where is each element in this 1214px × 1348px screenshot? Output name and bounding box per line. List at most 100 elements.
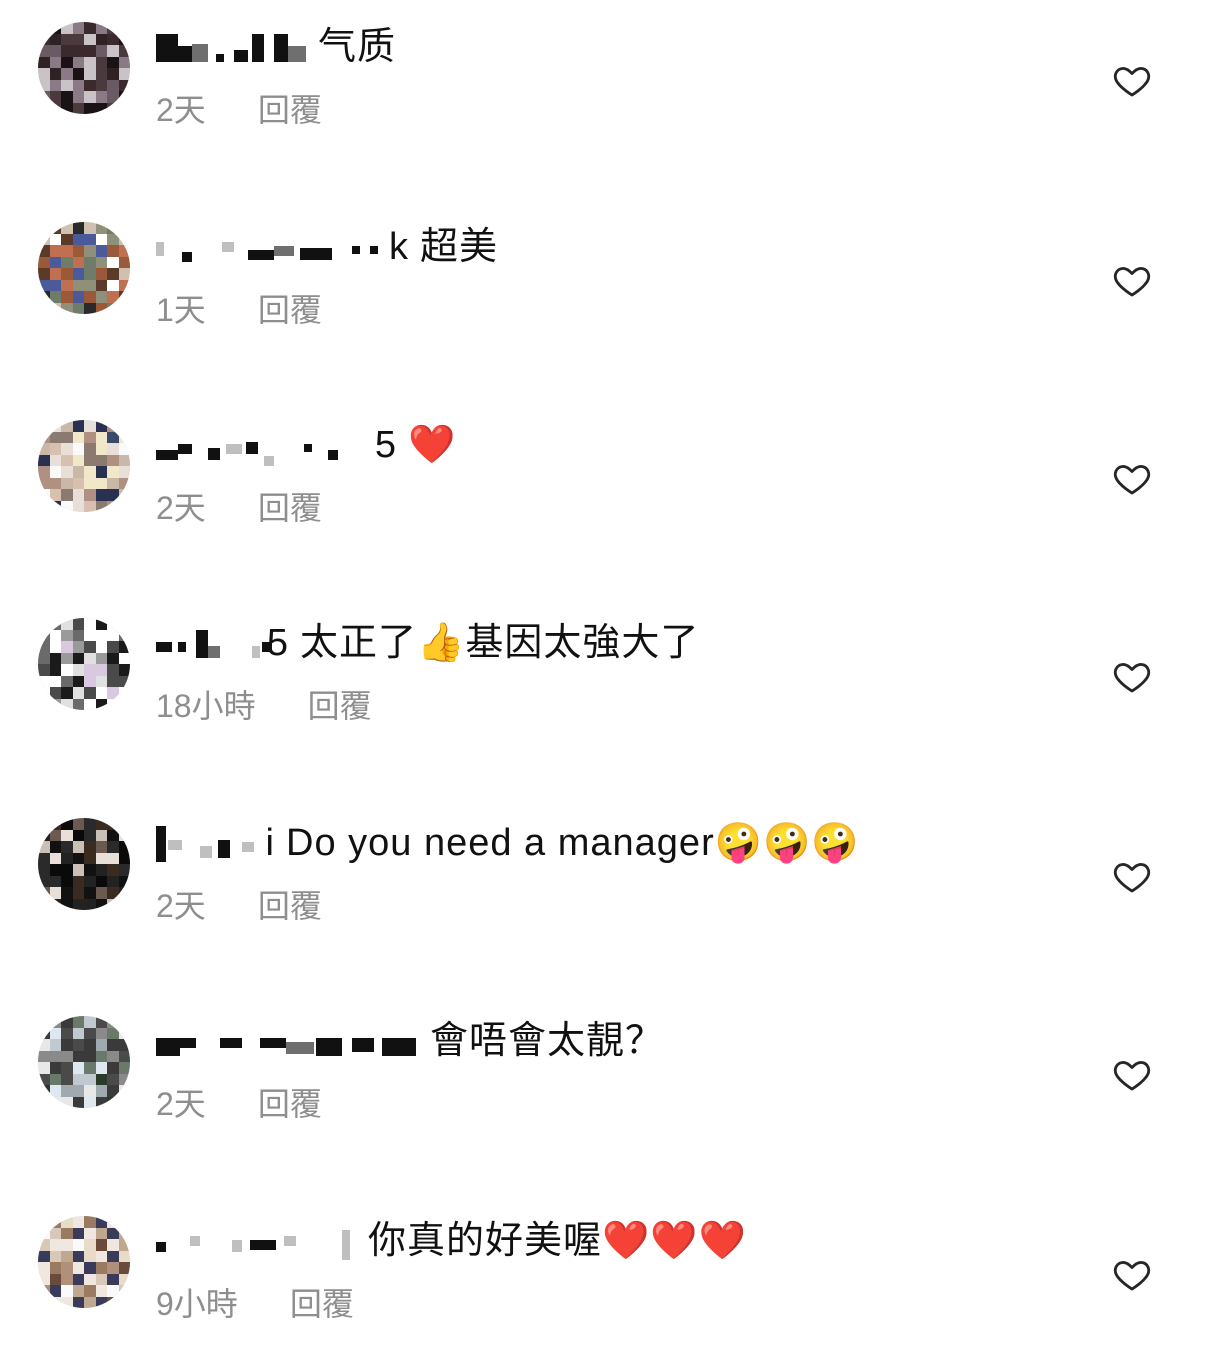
avatar-pixel	[49, 887, 62, 899]
avatar-pixel	[95, 818, 108, 830]
username-redacted[interactable]: 5	[156, 422, 396, 468]
avatar-pixel	[38, 443, 50, 455]
like-button[interactable]	[1112, 260, 1152, 300]
avatar-pixel	[118, 222, 130, 234]
comment-line: 會唔會太靚？	[156, 1010, 1094, 1072]
username-redacted[interactable]	[156, 24, 306, 70]
avatar-pixel	[95, 489, 108, 501]
avatar-pixel	[84, 1250, 96, 1263]
avatar-pixel	[72, 45, 85, 57]
username-redacted[interactable]: 5	[156, 620, 288, 666]
avatar-pixel	[118, 291, 130, 303]
avatar-pixel	[38, 500, 50, 512]
comment-time: 1天	[156, 292, 206, 328]
reply-button[interactable]: 回覆	[258, 881, 322, 927]
username-redacted[interactable]: i	[156, 820, 274, 866]
reply-button[interactable]: 回覆	[258, 85, 322, 131]
avatar-pixel	[118, 1262, 130, 1274]
avatar-pixel	[84, 454, 96, 467]
comment-text: 超美	[420, 226, 499, 268]
like-button[interactable]	[1112, 656, 1152, 696]
avatar-pixel	[107, 618, 119, 630]
like-button[interactable]	[1112, 1254, 1152, 1294]
avatar-pixel	[38, 1262, 50, 1274]
reply-button[interactable]: 回覆	[308, 681, 372, 727]
avatar-pixel	[38, 56, 50, 69]
avatar[interactable]	[38, 1016, 130, 1108]
avatar-pixel	[107, 898, 119, 910]
comment-meta: 1天 回覆	[156, 286, 1094, 330]
avatar-pixel	[49, 68, 62, 80]
avatar[interactable]	[38, 618, 130, 710]
avatar-pixel	[61, 477, 73, 490]
avatar-pixel	[107, 1027, 119, 1040]
avatar-pixel	[95, 256, 108, 269]
avatar-pixel	[95, 22, 108, 34]
avatar-pixel	[72, 1273, 85, 1286]
avatar-pixel	[49, 698, 62, 710]
avatar-pixel	[72, 1027, 85, 1040]
username-redacted[interactable]	[156, 1218, 356, 1264]
avatar-pixel	[61, 698, 73, 710]
avatar-pixel	[95, 1216, 108, 1228]
avatar-pixel	[49, 1285, 62, 1297]
avatar-pixel	[49, 652, 62, 665]
like-button[interactable]	[1112, 60, 1152, 100]
avatar-pixel	[38, 466, 50, 478]
like-button[interactable]	[1112, 856, 1152, 896]
avatar-pixel	[95, 841, 108, 853]
avatar-pixel	[118, 1027, 130, 1040]
avatar-pixel	[61, 489, 73, 501]
avatar-pixel	[118, 91, 130, 103]
reply-button[interactable]: 回覆	[258, 285, 322, 331]
avatar-pixel	[107, 489, 119, 501]
avatar-pixel	[84, 489, 96, 501]
avatar-pixel	[38, 256, 50, 269]
avatar-pixel	[95, 1285, 108, 1297]
avatar[interactable]	[38, 818, 130, 910]
reply-button[interactable]: 回覆	[258, 483, 322, 529]
like-button[interactable]	[1112, 458, 1152, 498]
avatar-pixel	[84, 1016, 96, 1028]
avatar-pixel	[118, 268, 130, 280]
avatar[interactable]	[38, 222, 130, 314]
avatar-pixel	[49, 1239, 62, 1251]
reply-button[interactable]: 回覆	[258, 1079, 322, 1125]
username-redacted[interactable]	[156, 1018, 418, 1064]
avatar-pixel	[61, 618, 73, 630]
avatar[interactable]	[38, 1216, 130, 1308]
avatar-pixel	[61, 864, 73, 876]
avatar-pixel	[118, 233, 130, 246]
avatar-pixel	[107, 852, 119, 865]
avatar-pixel	[107, 1285, 119, 1297]
avatar-pixel	[107, 1216, 119, 1228]
avatar-pixel	[72, 898, 85, 910]
avatar-pixel	[95, 1050, 108, 1063]
avatar-pixel	[49, 1096, 62, 1108]
avatar[interactable]	[38, 420, 130, 512]
avatar-pixel	[72, 268, 85, 280]
avatar-pixel	[84, 1096, 96, 1108]
reply-button[interactable]: 回覆	[290, 1279, 354, 1325]
avatar-pixel	[38, 818, 50, 830]
avatar-pixel	[38, 1239, 50, 1251]
avatar-pixel	[95, 864, 108, 876]
avatar-pixel	[95, 302, 108, 314]
avatar-pixel	[107, 687, 119, 699]
like-button[interactable]	[1112, 1054, 1152, 1094]
avatar-pixel	[95, 1073, 108, 1086]
avatar-pixel	[72, 91, 85, 103]
avatar-pixel	[84, 898, 96, 910]
heart-outline-icon	[1112, 656, 1152, 696]
username-redacted[interactable]: k	[156, 224, 408, 270]
avatar-pixel	[61, 256, 73, 269]
avatar[interactable]	[38, 22, 130, 114]
avatar-pixel	[95, 245, 108, 257]
avatar-pixel	[49, 829, 62, 842]
avatar-pixel	[72, 841, 85, 853]
avatar-pixel	[72, 1285, 85, 1297]
avatar-pixel	[118, 1050, 130, 1063]
avatar-pixel	[49, 1250, 62, 1263]
avatar-pixel	[107, 887, 119, 899]
avatar-pixel	[118, 864, 130, 876]
